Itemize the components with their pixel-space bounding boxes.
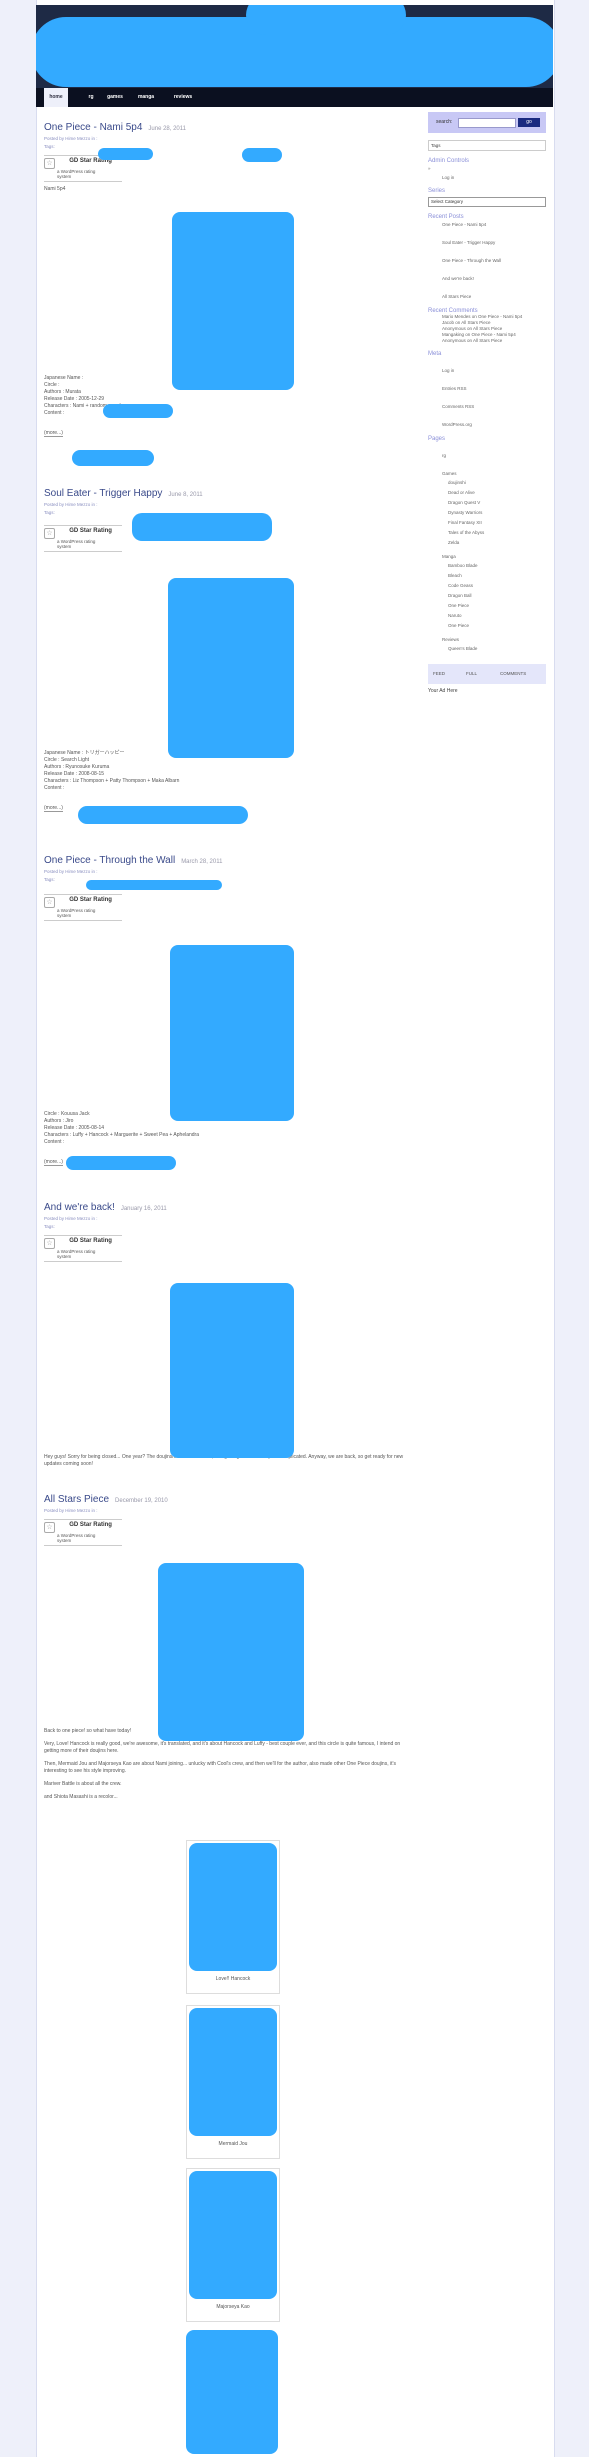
page-link[interactable]: Bleach [428, 571, 546, 581]
post-meta: Posted by Hime Mezzo in : [44, 1508, 98, 1513]
star-icon[interactable]: ☆ [44, 1522, 55, 1533]
post-date: December 19, 2010 [115, 1498, 168, 1504]
gd-star-rating: ☆ GD Star Rating a WordPress rating syst… [44, 1235, 122, 1262]
post-excerpt: Nami 5p4 [44, 186, 66, 192]
search-label: search: [436, 119, 453, 125]
gallery-frame: Love!! Hancock [186, 1840, 280, 1994]
nav-tab-home[interactable]: home [44, 88, 68, 107]
search-button[interactable]: go [518, 118, 540, 127]
read-more-link[interactable]: (more...) [44, 805, 63, 812]
gallery-image[interactable] [186, 2330, 278, 2454]
page-link[interactable]: Zelda [428, 538, 546, 548]
page-link[interactable]: Dragon Quest V [428, 498, 546, 508]
post-title[interactable]: One Piece - Through the Wall [44, 855, 175, 866]
recent-post-link[interactable]: And we're back! [428, 274, 546, 283]
page-link-rg[interactable]: rg [428, 451, 546, 460]
gallery-image[interactable] [189, 2171, 277, 2299]
feed-link[interactable]: FEED [433, 671, 445, 676]
post-cover-image [168, 578, 294, 758]
recent-post-link[interactable]: Soul Eater - Trigger Happy [428, 238, 546, 247]
gallery-image[interactable] [189, 1843, 277, 1971]
page-link[interactable]: Naruto [428, 611, 546, 621]
post-cover-image [170, 945, 294, 1121]
recent-post-link[interactable]: One Piece - Through the Wall [428, 256, 546, 265]
gd-star-rating: ☆ GD Star Rating a WordPress rating syst… [44, 894, 122, 921]
page-link[interactable]: One Piece [428, 601, 546, 611]
gd-star-rating: ☆ GD Star Rating a WordPress rating syst… [44, 1519, 122, 1546]
gallery-image[interactable] [189, 2008, 277, 2136]
post-cover-image [172, 212, 294, 390]
post-date: March 28, 2011 [181, 859, 223, 865]
page-link[interactable]: Code Geass [428, 581, 546, 591]
feed-bar: FEED FULL COMMENTS [428, 664, 546, 684]
gallery-caption: Majorseya Kao [216, 2304, 250, 2310]
admin-login-link[interactable]: Log in [428, 173, 546, 182]
ad-label: Your Ad Here [428, 688, 458, 694]
series-heading: Series [428, 188, 446, 194]
gallery-caption: Mermaid Jou [218, 2141, 248, 2147]
page-link[interactable]: Dead or Alive [428, 488, 546, 498]
post-date: January 16, 2011 [120, 1206, 167, 1212]
post-image [170, 1283, 294, 1458]
post-date: June 28, 2011 [148, 126, 186, 132]
sidebar: Tags Admin Controls » Log in Series Sele… [428, 140, 546, 694]
page-link[interactable]: One Piece [428, 621, 546, 631]
page-link[interactable]: Bamboo Blade [428, 561, 546, 571]
nav-tab-games[interactable]: games [102, 88, 128, 107]
search-panel: search: go [428, 112, 546, 133]
post-image [158, 1563, 304, 1741]
nav-tab-rg[interactable]: rg [82, 88, 100, 107]
page-link-reviews[interactable]: Reviews [428, 635, 546, 644]
page-link[interactable]: Dragon Ball [428, 591, 546, 601]
post-title[interactable]: All Stars Piece [44, 1494, 109, 1505]
category-select[interactable]: Select Category [428, 197, 546, 207]
star-icon[interactable]: ☆ [44, 528, 55, 539]
gd-star-rating: ☆ GD Star Rating a WordPress rating syst… [44, 525, 122, 552]
meta-heading: Meta [428, 351, 442, 357]
meta-entries-rss-link[interactable]: Entries RSS [428, 384, 546, 393]
gallery-frame: Mermaid Jou [186, 2005, 280, 2159]
page-link[interactable]: Queen's Blade [428, 644, 546, 654]
post-meta: Posted by Hime Mezzo in : [44, 136, 98, 141]
main-navigation: home rg games manga reviews [36, 88, 553, 107]
gallery-frame: Majorseya Kao [186, 2168, 280, 2322]
star-icon[interactable]: ☆ [44, 158, 55, 169]
read-more-link[interactable]: (more...) [44, 430, 63, 437]
recent-post-link[interactable]: One Piece - Nami 5p4 [428, 220, 546, 229]
recent-post-link[interactable]: All Stars Piece [428, 292, 546, 301]
page-link[interactable]: doujinshi [428, 478, 546, 488]
post-title[interactable]: And we're back! [44, 1202, 115, 1213]
page-link-games[interactable]: Games [428, 469, 546, 478]
recent-comment[interactable]: Anonymous on All Stars Piece [428, 338, 546, 344]
post-date: June 8, 2011 [168, 492, 203, 498]
meta-login-link[interactable]: Log in [428, 366, 546, 375]
full-feed-link[interactable]: FULL [466, 671, 477, 676]
gallery-caption: Love!! Hancock [215, 1976, 251, 1982]
search-input[interactable] [458, 118, 516, 128]
page-link[interactable]: Tales of the Abyss [428, 528, 546, 538]
post-meta: Posted by Hime Mezzo in : [44, 869, 98, 874]
read-more-link[interactable]: (more...) [44, 1159, 63, 1166]
page-link-manga[interactable]: Manga [428, 552, 546, 561]
page-link[interactable]: Final Fantasy XII [428, 518, 546, 528]
tags-box[interactable]: Tags [428, 140, 546, 151]
nav-tab-reviews[interactable]: reviews [166, 88, 200, 107]
star-icon[interactable]: ☆ [44, 897, 55, 908]
post-meta: Posted by Hime Mezzo in : [44, 1216, 98, 1221]
comments-feed-link[interactable]: COMMENTS [500, 671, 526, 676]
post-title[interactable]: Soul Eater - Trigger Happy [44, 488, 162, 499]
star-icon[interactable]: ☆ [44, 1238, 55, 1249]
meta-wordpress-link[interactable]: WordPress.org [428, 420, 546, 429]
post-tags: Tags: [44, 1224, 55, 1229]
nav-tab-manga[interactable]: manga [132, 88, 160, 107]
post-title[interactable]: One Piece - Nami 5p4 [44, 122, 142, 133]
post-meta: Posted by Hime Mezzo in : [44, 502, 98, 507]
page-link[interactable]: Dynasty Warriors [428, 508, 546, 518]
pages-heading: Pages [428, 436, 446, 442]
meta-comments-rss-link[interactable]: Comments RSS [428, 402, 546, 411]
